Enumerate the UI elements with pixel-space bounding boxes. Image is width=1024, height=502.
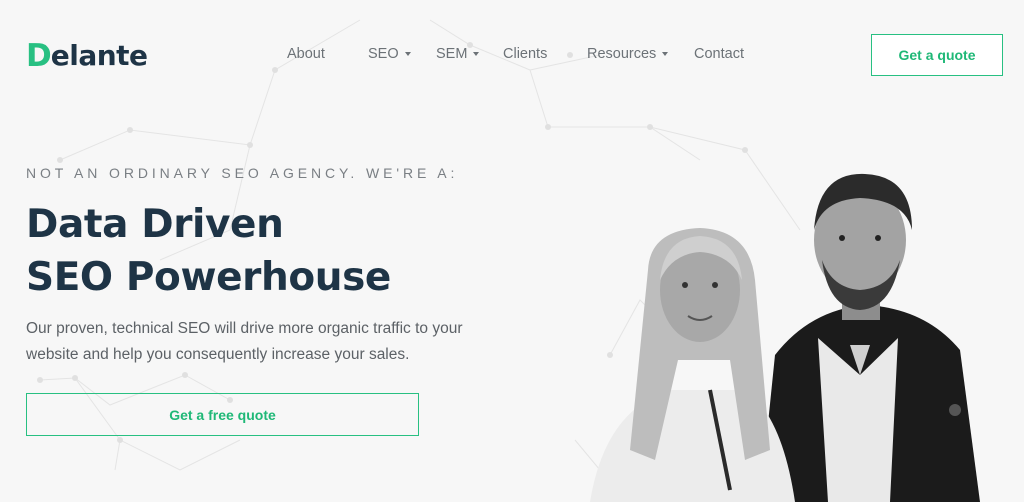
delante-logo[interactable]: Delante [26,38,148,74]
chevron-down-icon [404,52,411,56]
nav-item-label: Clients [503,46,548,62]
hero-eyebrow: NOT AN ORDINARY SEO AGENCY. WE'RE A: [26,165,459,181]
nav-item-seo[interactable]: SEO [368,46,411,62]
team-photo [590,173,980,502]
hero-lead-text: Our proven, technical SEO will drive mor… [26,320,463,363]
nav-item-label: SEO [368,46,399,62]
get-a-quote-button[interactable]: Get a quote [871,34,1003,76]
woman-figure [590,228,795,502]
logo-wordmark: elante [50,39,148,72]
hero-headline: Data Driven SEO Powerhouse [26,198,391,304]
nav-item-resources[interactable]: Resources [587,46,669,62]
site-header: Delante About SEO SEM Clients Resources … [0,0,1024,110]
nav-item-sem[interactable]: SEM [436,46,480,62]
nav-item-label: SEM [436,46,468,62]
chevron-down-icon [473,52,480,56]
nav-item-contact[interactable]: Contact [694,46,744,62]
nav-item-label: Resources [587,46,657,62]
headline-line-2: SEO Powerhouse [26,255,391,300]
logo-initial: D [26,38,52,74]
nav-item-label: About [287,46,325,62]
nav-item-about[interactable]: About [287,46,325,62]
get-free-quote-button[interactable]: Get a free quote [26,393,419,436]
nav-item-label: Contact [694,46,744,62]
nav-item-clients[interactable]: Clients [503,46,547,62]
headline-line-1: Data Driven [26,202,284,247]
chevron-down-icon [662,52,669,56]
man-figure [760,173,980,502]
